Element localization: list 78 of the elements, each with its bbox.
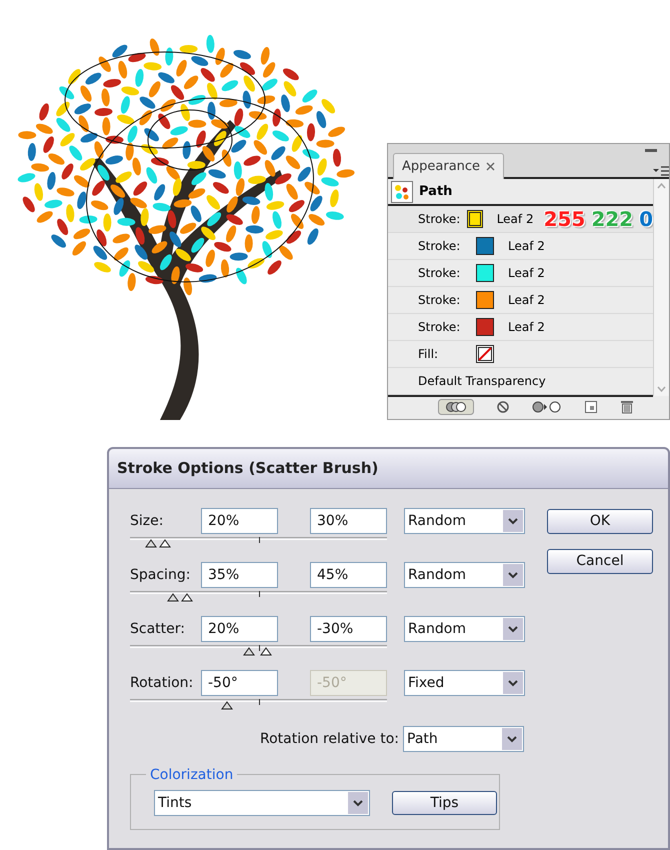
attribute-label: Fill: bbox=[418, 346, 440, 363]
no-fill-swatch[interactable] bbox=[476, 345, 494, 363]
appearance-row[interactable]: Stroke: Leaf 2 bbox=[388, 260, 653, 287]
attribute-label: Default Transparency bbox=[418, 373, 546, 390]
brush-name: Leaf 2 bbox=[496, 211, 534, 228]
cancel-button[interactable]: Cancel bbox=[547, 549, 653, 574]
field-label: Spacing: bbox=[130, 566, 192, 584]
caret-icon[interactable] bbox=[353, 800, 363, 806]
prohibited-icon[interactable] bbox=[496, 399, 510, 415]
artwork-thumbnail bbox=[391, 180, 413, 202]
input-field[interactable]: 45% bbox=[310, 562, 387, 588]
trash-icon[interactable] bbox=[620, 399, 634, 415]
slider-track[interactable] bbox=[130, 699, 387, 711]
color-swatch[interactable] bbox=[476, 237, 494, 255]
input-field[interactable]: 30% bbox=[310, 508, 387, 534]
panel-tab[interactable]: Appearance bbox=[393, 153, 504, 179]
brush-name: Leaf 2 bbox=[508, 238, 545, 255]
appearance-row[interactable]: Default Transparency bbox=[388, 368, 653, 395]
slider-thumb[interactable] bbox=[242, 647, 255, 656]
dropdown[interactable]: Random bbox=[404, 562, 525, 588]
ok-button[interactable]: OK bbox=[547, 509, 653, 534]
slider-track[interactable] bbox=[130, 645, 387, 657]
color-swatch[interactable] bbox=[476, 318, 494, 336]
input-field: -50° bbox=[310, 670, 387, 696]
slider-thumb[interactable] bbox=[166, 593, 179, 602]
appearance-row[interactable]: Stroke: Leaf 2 bbox=[388, 314, 653, 341]
attribute-label: Stroke: bbox=[418, 265, 462, 282]
color-swatch[interactable] bbox=[476, 291, 494, 309]
color-value: 0 bbox=[639, 209, 653, 229]
slider-thumb[interactable] bbox=[159, 539, 172, 548]
attribute-label: Stroke: bbox=[418, 292, 462, 309]
attribute-label: Stroke: bbox=[418, 211, 462, 228]
dropdown[interactable]: Random bbox=[404, 616, 525, 642]
field-label: Rotation relative to: bbox=[260, 730, 399, 748]
attribute-label: Stroke: bbox=[418, 238, 462, 255]
caret-icon[interactable] bbox=[508, 572, 518, 578]
field-label: Scatter: bbox=[130, 620, 186, 638]
dialog-title: Stroke Options (Scatter Brush) bbox=[117, 458, 378, 480]
appearance-row[interactable]: Stroke: Leaf 2 255 222 0 bbox=[388, 206, 653, 233]
object-type-label: Path bbox=[419, 182, 452, 201]
input-field[interactable]: -50° bbox=[201, 670, 278, 696]
field-label: Rotation: bbox=[130, 674, 194, 692]
input-field[interactable]: 35% bbox=[201, 562, 278, 588]
tips-button[interactable]: Tips bbox=[392, 791, 497, 815]
dropdown[interactable]: Random bbox=[404, 508, 525, 534]
dropdown[interactable]: Fixed bbox=[404, 670, 525, 696]
caret-icon[interactable] bbox=[507, 736, 517, 742]
caret-icon[interactable] bbox=[508, 680, 518, 686]
input-field[interactable]: 20% bbox=[201, 616, 278, 642]
appearance-row[interactable]: Stroke: Leaf 2 bbox=[388, 287, 653, 314]
color-swatch[interactable] bbox=[476, 264, 494, 282]
slider-thumb[interactable] bbox=[144, 539, 157, 548]
slider-thumb[interactable] bbox=[181, 593, 194, 602]
circles-arrow-icon[interactable] bbox=[532, 399, 562, 415]
field-label: Size: bbox=[130, 512, 164, 530]
color-swatch[interactable] bbox=[466, 210, 483, 228]
caret-icon[interactable] bbox=[508, 518, 518, 524]
dropdown[interactable]: Tints bbox=[154, 790, 370, 816]
circles-icon[interactable] bbox=[438, 399, 474, 415]
slider-track[interactable] bbox=[130, 537, 387, 549]
attribute-label: Stroke: bbox=[418, 319, 462, 336]
appearance-row[interactable]: Fill: bbox=[388, 341, 653, 368]
input-field[interactable]: -30% bbox=[310, 616, 387, 642]
new-item-icon[interactable] bbox=[584, 399, 598, 415]
dropdown[interactable]: Path bbox=[403, 726, 524, 752]
color-value: 222 bbox=[591, 209, 634, 229]
brush-name: Leaf 2 bbox=[508, 319, 545, 336]
panel-menu-icon[interactable] bbox=[653, 166, 669, 176]
slider-thumb[interactable] bbox=[220, 701, 233, 710]
close-icon[interactable] bbox=[486, 162, 496, 171]
slider-track[interactable] bbox=[130, 591, 387, 603]
brush-name: Leaf 2 bbox=[508, 265, 545, 282]
caret-icon[interactable] bbox=[508, 626, 518, 632]
input-field[interactable]: 20% bbox=[201, 508, 278, 534]
brush-name: Leaf 2 bbox=[508, 292, 545, 309]
slider-thumb[interactable] bbox=[260, 647, 272, 656]
color-value: 255 bbox=[544, 209, 586, 229]
appearance-row[interactable]: Stroke: Leaf 2 bbox=[388, 233, 653, 260]
